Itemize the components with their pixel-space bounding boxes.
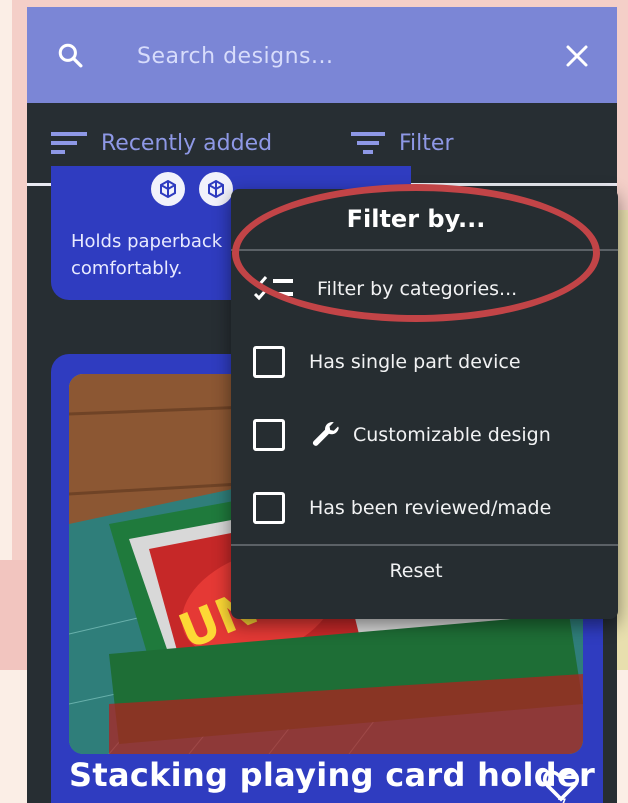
cube-icon <box>151 172 185 206</box>
cube-icon <box>199 172 233 206</box>
filter-button[interactable]: Filter <box>351 125 453 161</box>
divider <box>231 544 618 546</box>
reset-button[interactable]: Reset <box>231 560 601 582</box>
highlight-annotation <box>232 184 600 322</box>
filter-icon <box>351 132 385 154</box>
checkbox[interactable] <box>253 346 285 378</box>
search-bar <box>27 7 617 103</box>
menu-item-label: Has single part device <box>309 351 521 373</box>
single-part-checkbox-item[interactable]: Has single part device <box>253 342 521 382</box>
search-input[interactable] <box>135 37 519 75</box>
sort-button[interactable]: Recently added <box>51 125 272 161</box>
sort-label: Recently added <box>101 130 273 156</box>
filter-label: Filter <box>399 130 454 156</box>
sort-icon <box>51 132 87 154</box>
customizable-checkbox-item[interactable]: Customizable design <box>253 415 551 455</box>
wrench-icon <box>312 422 339 446</box>
close-icon[interactable] <box>565 44 589 68</box>
menu-item-label: Has been reviewed/made <box>309 497 552 519</box>
search-icon[interactable] <box>57 42 83 68</box>
like-count: 7 <box>557 795 567 803</box>
menu-item-label: Customizable design <box>353 424 551 446</box>
card-title: Stacking playing card holder <box>69 756 596 794</box>
checkbox[interactable] <box>253 492 285 524</box>
checkbox[interactable] <box>253 419 285 451</box>
reviewed-checkbox-item[interactable]: Has been reviewed/made <box>253 488 551 528</box>
